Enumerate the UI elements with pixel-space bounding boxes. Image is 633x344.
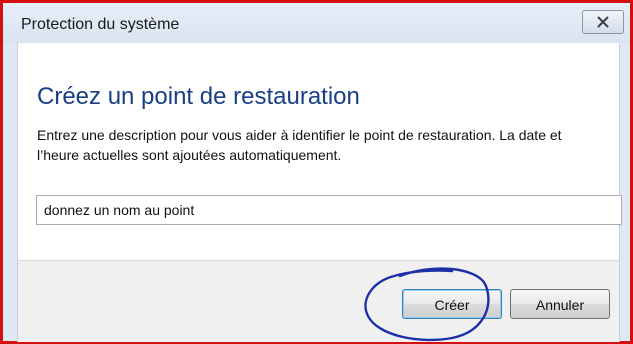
dialog-description: Entrez une description pour vous aider à… xyxy=(37,127,562,163)
title-bar: Protection du système xyxy=(3,3,630,43)
close-icon xyxy=(597,16,609,28)
create-button[interactable]: Créer xyxy=(402,289,502,319)
window-title: Protection du système xyxy=(21,16,180,33)
cancel-button[interactable]: Annuler xyxy=(510,289,610,319)
close-button[interactable] xyxy=(582,10,624,34)
restore-point-name-input[interactable] xyxy=(36,195,622,225)
dialog-heading: Créez un point de restauration xyxy=(37,83,360,110)
dialog-content: Créez un point de restauration Entrez un… xyxy=(17,43,622,260)
button-bar: Créer Annuler xyxy=(17,260,620,342)
dialog-window: Protection du système Créez un point de … xyxy=(0,0,633,344)
